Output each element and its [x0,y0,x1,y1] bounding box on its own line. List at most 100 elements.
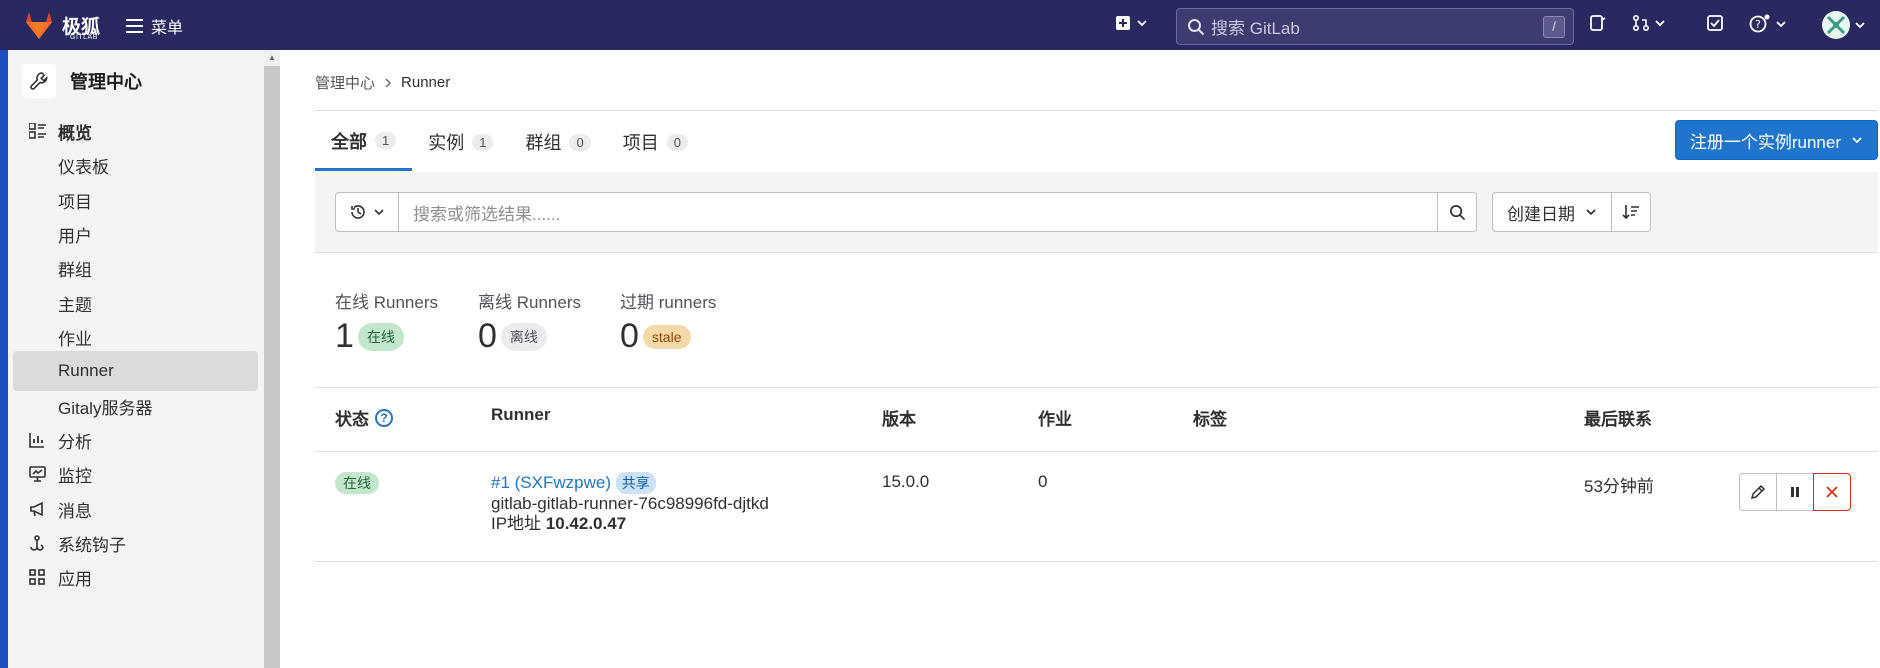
sort-field-dropdown[interactable]: 创建日期 [1492,192,1612,232]
tab-instance[interactable]: 实例 1 [412,113,509,171]
tab-count: 0 [666,133,688,151]
chevron-down-icon [1776,21,1786,28]
stat-value: 0 [478,317,497,355]
tab-count: 1 [375,132,397,149]
sidebar-item-monitoring[interactable]: 监控 [8,454,258,494]
close-icon [1826,486,1838,498]
sidebar-item-groups[interactable]: 群组 [8,248,258,288]
status-badge: 在线 [335,472,379,494]
divider [315,451,1878,452]
sort-lowest-icon [1622,205,1639,220]
edit-runner-button[interactable] [1739,473,1777,511]
menu-label: 菜单 [151,20,184,37]
recent-searches-dropdown[interactable] [335,192,399,232]
top-navbar: 极狐 GITLAB 菜单 搜索 GitLab / ? [0,0,1880,50]
search-icon [1449,204,1465,220]
chevron-down-icon [1855,22,1865,29]
scroll-up-arrow-icon[interactable]: ▲ [264,50,280,66]
merge-requests-dropdown[interactable] [1632,14,1666,32]
sidebar-item-label: 群组 [58,260,92,280]
divider [315,110,1878,111]
tab-project[interactable]: 项目 0 [607,113,704,171]
runner-link[interactable]: #1 (SXFwzpwe) [491,473,611,492]
tab-all[interactable]: 全部 1 [315,113,413,171]
issues-button[interactable] [1588,14,1606,32]
sidebar-item-label: 作业 [58,329,92,349]
help-dropdown[interactable]: ? [1749,14,1787,34]
stat-value: 1 [335,317,354,355]
status-badge: stale [642,324,691,349]
search-placeholder: 搜索 GitLab [1211,19,1300,38]
tab-label: 群组 [525,133,562,153]
ip-address: 10.42.0.47 [545,514,627,533]
history-icon [351,205,365,219]
stat-label: 离线 Runners [478,293,581,312]
sidebar-item-label: 系统钩子 [58,535,126,555]
user-menu-dropdown[interactable] [1822,11,1866,39]
sort-direction-button[interactable] [1611,192,1651,232]
divider [315,561,1878,562]
runner-type-tabs: 全部 1 实例 1 群组 0 项目 0 [315,113,704,171]
help-question-icon: ? [1749,14,1770,33]
sidebar-item-runner[interactable]: Runner [13,351,258,391]
column-header-tags: 标签 [1193,410,1227,429]
status-badge: 离线 [500,322,547,351]
breadcrumb: 管理中心 Runner [315,72,450,93]
wrench-icon [22,64,56,98]
brand-subtitle: GITLAB [70,34,98,41]
filter-search-input[interactable]: 搜索或筛选结果...... [398,192,1438,232]
runner-cell: #1 (SXFwzpwe) 共享 gitlab-gitlab-runner-76… [491,472,769,534]
global-search-input[interactable]: 搜索 GitLab / [1176,8,1574,45]
online-runners-stat: 在线 Runners 1 在线 [335,288,438,356]
main-menu-button[interactable]: 菜单 [126,14,183,38]
jobs-cell: 0 [1038,472,1048,491]
header-label: 状态 [335,410,369,429]
sidebar-item-label: 项目 [58,192,92,212]
sidebar-title: 管理中心 [70,72,142,92]
tab-group[interactable]: 群组 0 [509,113,606,171]
pencil-icon [1750,484,1766,500]
delete-runner-button[interactable] [1813,473,1851,511]
chevron-right-icon [385,78,392,87]
shared-badge: 共享 [615,472,656,494]
new-item-dropdown[interactable] [1114,14,1148,32]
todo-checkbox-icon [1707,15,1723,31]
tab-count: 1 [472,133,494,151]
sidebar-item-label: Gitaly服务器 [58,398,153,418]
sidebar-item-label: 概览 [58,123,92,143]
tab-label: 实例 [428,133,465,153]
sidebar-item-label: 主题 [58,295,92,315]
todos-button[interactable] [1706,14,1724,32]
ip-label: IP地址 [491,514,542,533]
register-button-label: 注册一个实例runner [1689,132,1841,152]
stat-label: 在线 Runners [335,293,438,312]
pause-icon [1791,487,1799,497]
sidebar-header[interactable]: 管理中心 [22,64,142,98]
register-instance-runner-button[interactable]: 注册一个实例runner [1674,120,1878,160]
breadcrumb-current: Runner [401,74,451,91]
help-icon[interactable]: ? [375,408,393,427]
version-cell: 15.0.0 [882,472,930,491]
sidebar-scrollbar[interactable] [264,50,280,668]
chevron-down-icon [1655,20,1665,27]
sidebar-item-label: Runner [58,361,114,380]
pause-runner-button[interactable] [1776,473,1814,511]
stale-runners-stat: 过期 runners 0 stale [620,288,716,356]
breadcrumb-parent[interactable]: 管理中心 [315,72,375,93]
filter-placeholder: 搜索或筛选结果...... [413,204,561,224]
filter-search-button[interactable] [1437,192,1477,232]
status-badge: 在线 [357,322,404,351]
sort-label: 创建日期 [1507,204,1575,224]
row-actions [1739,473,1851,511]
chevron-down-icon [374,209,384,216]
sidebar-item-applications[interactable]: 应用 [8,557,258,597]
stat-value: 0 [620,317,639,355]
issues-icon [1590,15,1606,31]
tab-label: 项目 [622,133,659,153]
gitlab-logo-icon[interactable] [22,10,56,40]
merge-request-icon [1632,14,1650,32]
column-header-last-contact: 最后联系 [1584,410,1652,429]
sidebar-item-dashboard[interactable]: 仪表板 [8,145,258,185]
tab-count: 0 [569,133,591,151]
sidebar-item-label: 用户 [58,226,92,246]
